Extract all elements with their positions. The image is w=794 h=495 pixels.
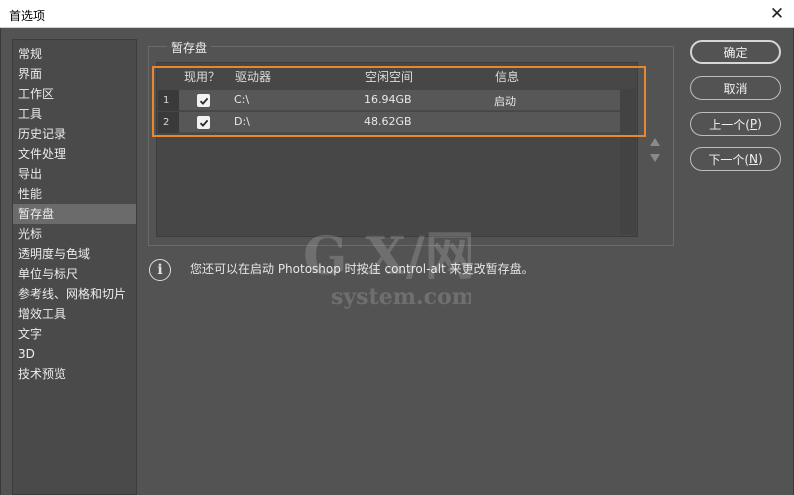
info-text: 您还可以在启动 Photoshop 时按住 control-alt 来更改暂存盘… [190, 262, 534, 276]
sidebar-item[interactable]: 性能 [13, 184, 136, 204]
next-label-end: ) [757, 152, 763, 166]
previous-label-end: ) [757, 117, 762, 131]
active-checkbox[interactable] [197, 94, 210, 107]
sidebar-item[interactable]: 文件处理 [13, 144, 136, 164]
active-checkbox[interactable] [197, 116, 210, 129]
table-header: 现用？ 驱动器 空闲空间 信息 [157, 63, 637, 88]
column-header-free-space[interactable]: 空闲空间 [365, 68, 413, 85]
sidebar-item[interactable]: 技术预览 [13, 364, 136, 384]
sidebar-item[interactable]: 工作区 [13, 84, 136, 104]
drive-cell: D:\ [234, 115, 250, 128]
info-message: i 您还可以在启动 Photoshop 时按住 control-alt 来更改暂… [149, 259, 629, 287]
sidebar-item[interactable]: 暂存盘 [13, 204, 136, 224]
sidebar-item[interactable]: 常规 [13, 44, 136, 64]
sidebar-item[interactable]: 导出 [13, 164, 136, 184]
info-cell: 启动 [494, 95, 516, 108]
watermark-domain: system.com [331, 284, 471, 310]
sidebar-item[interactable]: 单位与标尺 [13, 264, 136, 284]
info-icon: i [149, 259, 171, 281]
close-icon[interactable]: ✕ [760, 0, 794, 27]
sidebar-item[interactable]: 历史记录 [13, 124, 136, 144]
sidebar-item[interactable]: 界面 [13, 64, 136, 84]
ok-button[interactable]: 确定 [690, 40, 781, 64]
row-number: 1 [158, 90, 179, 111]
previous-shortcut: P [749, 117, 758, 131]
sidebar-item[interactable]: 增效工具 [13, 304, 136, 324]
move-down-icon[interactable] [650, 154, 660, 162]
next-button[interactable]: 下一个(N) [690, 147, 781, 171]
move-up-icon[interactable] [650, 138, 660, 146]
sidebar-item[interactable]: 光标 [13, 224, 136, 244]
drive-cell: C:\ [234, 93, 250, 106]
window-title: 首选项 [9, 9, 46, 23]
next-label: 下一个( [708, 152, 749, 167]
cancel-button[interactable]: 取消 [690, 76, 781, 100]
row-number: 2 [158, 112, 179, 133]
sidebar-item[interactable]: 3D [13, 344, 136, 364]
free-space-cell: 48.62GB [364, 115, 412, 128]
title-bar: 首选项 ✕ [0, 0, 794, 28]
free-space-cell: 16.94GB [364, 93, 412, 106]
column-header-drive[interactable]: 驱动器 [235, 68, 271, 85]
scratch-disk-legend: 暂存盘 [167, 39, 212, 56]
next-shortcut: N [749, 152, 758, 166]
sidebar-item[interactable]: 参考线、网格和切片 [13, 284, 136, 304]
column-header-info[interactable]: 信息 [495, 68, 519, 85]
check-icon [199, 97, 208, 105]
sidebar-item[interactable]: 文字 [13, 324, 136, 344]
reorder-arrows [647, 138, 663, 170]
sidebar-item[interactable]: 工具 [13, 104, 136, 124]
preferences-dialog: 常规 界面 工作区 工具 历史记录 文件处理 导出 性能 暂存盘 光标 透明度与色域 单位与标尺 参考线… [0, 28, 794, 495]
check-icon [199, 119, 208, 127]
table-row[interactable]: 2 D:\ 48.62GB [158, 112, 636, 133]
scratch-disk-table: 现用？ 驱动器 空闲空间 信息 1 C:\ 16.94GB 启动 2 D:\ 4… [156, 62, 638, 237]
sidebar-item[interactable]: 透明度与色域 [13, 244, 136, 264]
category-sidebar: 常规 界面 工作区 工具 历史记录 文件处理 导出 性能 暂存盘 光标 透明度与色域 单位与标尺 参考线… [12, 39, 137, 495]
previous-label: 上一个( [709, 117, 750, 132]
previous-button[interactable]: 上一个(P) [690, 112, 781, 136]
table-scrollbar[interactable] [620, 89, 636, 234]
column-header-active[interactable]: 现用？ [184, 68, 220, 85]
table-row[interactable]: 1 C:\ 16.94GB 启动 [158, 90, 636, 111]
